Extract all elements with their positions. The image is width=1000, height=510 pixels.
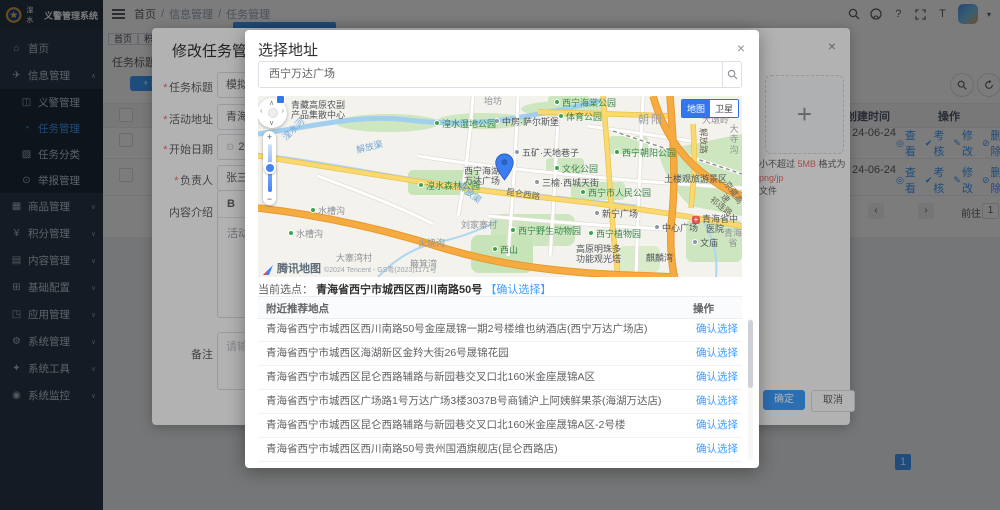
address-row: 青海省西宁市城西区广场路1号万达广场3楼3037B号商铺沪上阿姨鲜果茶(海湖万达…	[258, 390, 742, 414]
zoom-out-button[interactable]: −	[263, 193, 276, 205]
confirm-select-link[interactable]: 确认选择	[696, 366, 738, 389]
search-button[interactable]	[722, 62, 741, 87]
address-row: 青海省西宁市城西区海湖新区金羚大街26号晟锦花园 确认选择	[258, 342, 742, 366]
address-text: 青海省西宁市城西区西川南路50号贵州国酒旗舰店(昆仑西路店)	[266, 438, 558, 461]
confirm-select-link[interactable]: 确认选择	[696, 438, 738, 461]
confirm-select-link[interactable]: 确认选择	[696, 390, 738, 413]
confirm-select-link[interactable]: 确认选择	[696, 342, 738, 365]
address-text: 青海省西宁市城西区西川南路50号金座晟锦一期2号楼维也纳酒店(西宁万达广场店)	[266, 318, 648, 341]
current-selection: 当前选点： 青海省西宁市城西区西川南路50号 【确认选择】	[258, 281, 551, 297]
tencent-map[interactable]: 青藏高原农副 产品集散中心坮坊西宁海棠公园体育公园中房·萨尔斯堡朝阳大墩岭大寺沟…	[258, 96, 742, 277]
map-attribution: 腾讯地图 ©2024 Tencent - GS粤(2023)1171号	[262, 260, 437, 276]
map-logo-text: 腾讯地图	[277, 260, 321, 276]
list-scrollbar-thumb[interactable]	[748, 320, 753, 388]
select-address-dialog: 选择地址 × 西宁万达广场	[245, 30, 759, 468]
close-icon[interactable]: ×	[737, 40, 745, 56]
address-row: 青海省西宁市城西区昆仑西路辅路与新园巷交叉口北160米金座晟锦A区 确认选择	[258, 366, 742, 390]
pan-left-icon[interactable]: ‹	[260, 108, 262, 115]
dialog-title: 选择地址	[258, 39, 318, 60]
address-text: 青海省西宁市城西区海湖新区金羚大街26号晟锦花园	[266, 342, 509, 365]
map-type-toggle: 地图 卫星	[681, 99, 739, 118]
address-text: 青海省西宁市城西区昆仑西路辅路与新园巷交叉口北160米金座晟锦A区-2号楼	[266, 414, 625, 437]
confirm-selection-link[interactable]: 【确认选择】	[485, 284, 551, 296]
map-type-satellite-button[interactable]: 卫星	[710, 100, 738, 117]
zoom-in-button[interactable]: +	[263, 131, 276, 143]
current-selection-label: 当前选点：	[258, 284, 313, 296]
col-action: 操作	[693, 301, 714, 316]
confirm-select-link[interactable]: 确认选择	[696, 414, 738, 437]
address-text: 青海省西宁市城西区昆仑西路辅路与新园巷交叉口北160米金座晟锦A区	[266, 366, 595, 389]
nearby-list-header: 附近推荐地点 操作	[258, 296, 742, 319]
confirm-select-link[interactable]: 确认选择	[696, 318, 738, 341]
zoom-thumb[interactable]	[264, 162, 276, 174]
search-icon	[727, 69, 738, 80]
pan-up-icon[interactable]: ∧	[269, 99, 274, 107]
location-pin-icon	[495, 153, 514, 181]
pan-right-icon[interactable]: ›	[282, 108, 284, 115]
address-text: 青海省西宁市城西区广场路1号万达广场3楼3037B号商铺沪上阿姨鲜果茶(海湖万达…	[266, 390, 662, 413]
tencent-map-logo	[262, 264, 274, 276]
map-copyright: ©2024 Tencent - GS粤(2023)1171号	[324, 265, 437, 275]
transit-station-icon	[276, 96, 285, 104]
col-place: 附近推荐地点	[266, 301, 329, 316]
pan-down-icon[interactable]: ∨	[269, 119, 274, 127]
current-selection-address: 青海省西宁市城西区西川南路50号	[316, 284, 482, 296]
pan-center	[268, 108, 278, 118]
address-search-input[interactable]: 西宁万达广场	[258, 61, 742, 88]
map-zoom-slider[interactable]: + −	[263, 131, 276, 205]
map-type-map-button[interactable]: 地图	[682, 100, 710, 117]
address-row: 青海省西宁市城西区西川南路50号贵州国酒旗舰店(昆仑西路店) 确认选择	[258, 438, 742, 462]
search-value: 西宁万达广场	[269, 62, 335, 87]
nearby-address-list: 青海省西宁市城西区西川南路50号金座晟锦一期2号楼维也纳酒店(西宁万达广场店) …	[258, 318, 742, 462]
address-row: 青海省西宁市城西区昆仑西路辅路与新园巷交叉口北160米金座晟锦A区-2号楼 确认…	[258, 414, 742, 438]
map-canvas	[258, 96, 742, 277]
address-row: 青海省西宁市城西区西川南路50号金座晟锦一期2号楼维也纳酒店(西宁万达广场店) …	[258, 318, 742, 342]
